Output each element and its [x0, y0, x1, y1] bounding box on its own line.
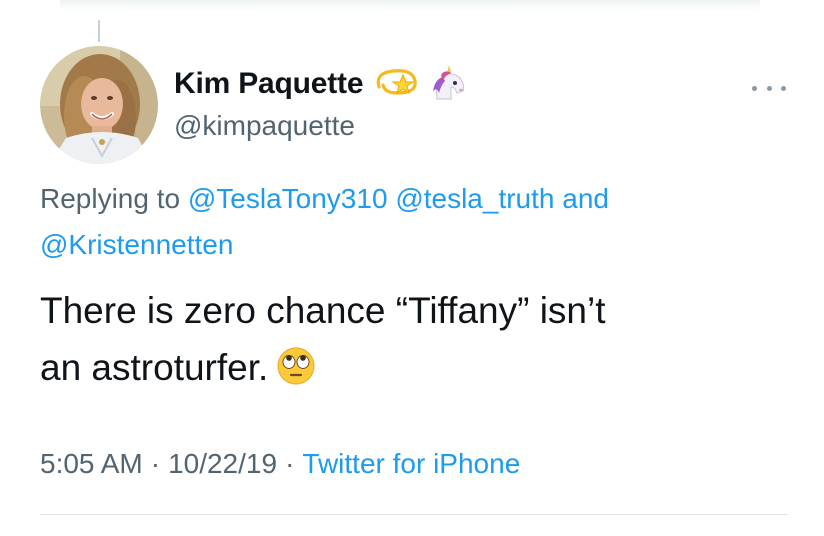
tweet-time[interactable]: 5:05 AM — [40, 448, 143, 479]
tweet-text-line: an astroturfer. — [40, 347, 269, 388]
tweet-text: There is zero chance “Tiffany” isn’t an … — [40, 282, 800, 402]
dizzy-star-emoji-icon — [373, 65, 419, 104]
tweet-source-link[interactable]: Twitter for iPhone — [302, 448, 520, 479]
and-others-link[interactable]: and — [562, 183, 609, 214]
meta-separator: · — [285, 448, 295, 479]
tweet-text-line: There is zero chance “Tiffany” isn’t — [40, 290, 606, 331]
replying-to-label: Replying to — [40, 183, 181, 214]
face-with-rolling-eyes-emoji-icon — [276, 345, 316, 402]
divider — [40, 514, 788, 515]
more-dot-icon — [766, 85, 772, 91]
tweet-detail: Kim Paquette @kimpaquette Replying to @T — [0, 0, 824, 536]
more-options-button[interactable] — [752, 78, 786, 98]
mention-link[interactable]: @tesla_truth — [395, 183, 554, 214]
more-dot-icon — [781, 85, 786, 91]
unicorn-emoji-icon — [429, 63, 469, 106]
author-handle[interactable]: @kimpaquette — [174, 110, 355, 142]
tweet-date[interactable]: 10/22/19 — [168, 448, 277, 479]
more-dot-icon — [752, 85, 757, 91]
avatar-photo — [40, 46, 158, 164]
previous-tweet-edge — [60, 0, 760, 10]
tweet-metadata: 5:05 AM · 10/22/19 · Twitter for iPhone — [40, 448, 520, 480]
mention-link[interactable]: @Kristennetten — [40, 229, 233, 260]
avatar[interactable] — [40, 46, 158, 164]
replying-to-line: Replying to @TeslaTony310 @tesla_truth a… — [40, 176, 780, 268]
meta-separator: · — [150, 448, 161, 479]
author-display-name[interactable]: Kim Paquette — [174, 67, 364, 101]
mention-link[interactable]: @TeslaTony310 — [188, 183, 388, 214]
author-name-row[interactable]: Kim Paquette — [174, 62, 469, 106]
thread-connector-line — [98, 20, 100, 42]
